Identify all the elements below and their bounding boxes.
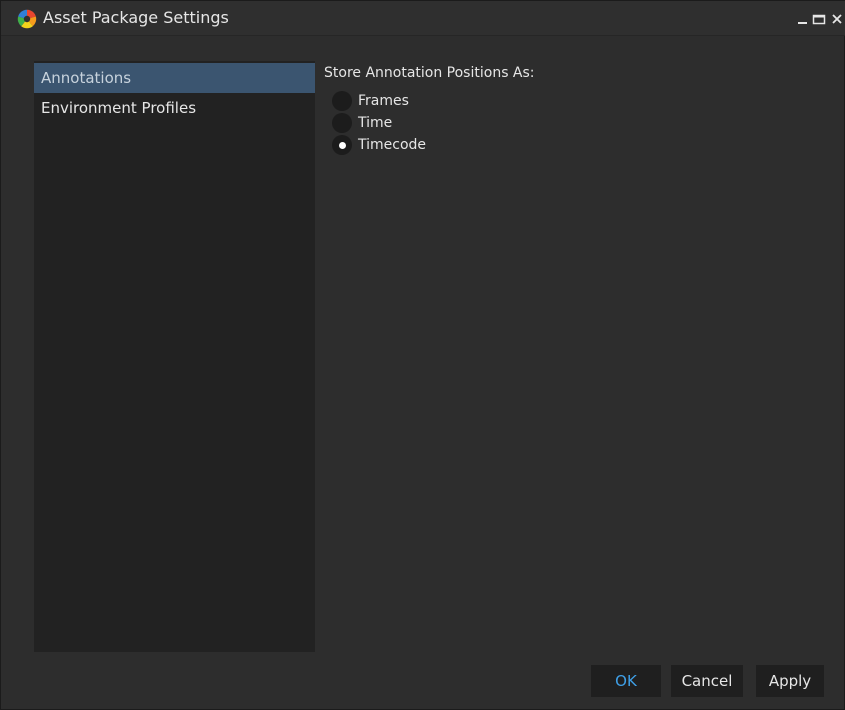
app-aperture-icon	[17, 9, 37, 29]
window-controls	[796, 11, 845, 27]
radio-label-time: Time	[358, 115, 393, 131]
close-icon[interactable]	[830, 11, 844, 25]
radio-selected-dot	[339, 142, 346, 149]
store-positions-label: Store Annotation Positions As:	[324, 65, 535, 81]
minimize-icon[interactable]	[796, 11, 810, 25]
cancel-button[interactable]: Cancel	[671, 665, 743, 697]
radio-label-frames: Frames	[358, 93, 409, 109]
radio-frames[interactable]: Frames	[332, 90, 532, 112]
radio-timecode[interactable]: Timecode	[332, 134, 532, 156]
radio-button-timecode[interactable]	[332, 135, 352, 155]
sidebar-item-annotations[interactable]: Annotations	[34, 63, 315, 93]
radio-time[interactable]: Time	[332, 112, 532, 134]
maximize-icon[interactable]	[812, 11, 826, 25]
ok-button[interactable]: OK	[591, 665, 661, 697]
annotations-panel: Store Annotation Positions As: Frames Ti…	[324, 63, 824, 183]
sidebar-item-environment-profiles[interactable]: Environment Profiles	[34, 93, 315, 123]
title-bar[interactable]: Asset Package Settings	[1, 1, 845, 36]
apply-button[interactable]: Apply	[756, 665, 824, 697]
radio-button-time[interactable]	[332, 113, 352, 133]
radio-button-frames[interactable]	[332, 91, 352, 111]
settings-window: Asset Package Settings Annotations Envir…	[0, 0, 845, 710]
window-title: Asset Package Settings	[43, 8, 229, 27]
settings-category-list: Annotations Environment Profiles	[34, 61, 315, 652]
radio-label-timecode: Timecode	[358, 137, 427, 153]
